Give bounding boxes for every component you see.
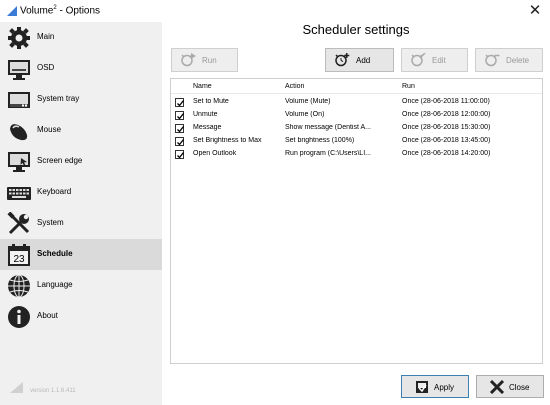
page-title: Scheduler settings xyxy=(302,22,410,37)
row-name: Set to Mute xyxy=(193,98,229,105)
sidebar-item-label: Mouse xyxy=(37,125,62,134)
row-action: Volume (On) xyxy=(285,111,325,118)
sidebar-item-label: System xyxy=(37,218,64,227)
window-close-button[interactable]: ✕ xyxy=(524,2,546,20)
sidebar: Main OSD System tray Mouse Screen edge K… xyxy=(0,22,162,405)
row-checkbox[interactable] xyxy=(175,124,185,133)
sidebar-item-label: Keyboard xyxy=(37,187,72,196)
calendar-day: 23 xyxy=(13,254,25,265)
sidebar-item-label: Language xyxy=(37,280,73,289)
apply-button[interactable]: Apply xyxy=(401,375,469,398)
alarm-clock-delete-icon xyxy=(485,54,500,67)
schedule-table: Name Action Run Set to Mute Volume (Mute… xyxy=(170,78,543,364)
table-row[interactable]: Message Show message (Dentist A... Once … xyxy=(171,123,542,136)
mouse-icon xyxy=(10,124,28,141)
alarm-clock-play-icon xyxy=(181,53,196,67)
row-checkbox[interactable] xyxy=(175,137,185,146)
table-row[interactable]: Set to Mute Volume (Mute) Once (28-06-20… xyxy=(171,97,542,110)
run-label: Run xyxy=(202,56,217,65)
apply-icon xyxy=(416,381,428,393)
row-checkbox[interactable] xyxy=(175,98,185,107)
sidebar-item-osd[interactable]: OSD xyxy=(0,53,162,84)
sidebar-item-screen-edge[interactable]: Screen edge xyxy=(0,146,162,177)
row-action: Show message (Dentist A... xyxy=(285,124,371,131)
row-name: Open Outlook xyxy=(193,150,237,157)
sidebar-item-system[interactable]: System xyxy=(0,208,162,239)
screen-edge-icon xyxy=(8,152,30,172)
delete-button[interactable]: Delete xyxy=(475,48,543,72)
sidebar-item-label: Screen edge xyxy=(37,156,83,165)
tray-icon xyxy=(8,92,30,108)
column-header-name[interactable]: Name xyxy=(193,83,212,90)
sidebar-item-about[interactable]: About xyxy=(0,301,162,332)
delete-label: Delete xyxy=(506,56,530,65)
row-name: Message xyxy=(193,124,222,131)
header-divider xyxy=(171,93,542,94)
sidebar-item-label: Main xyxy=(37,32,55,41)
row-name: Unmute xyxy=(193,111,218,118)
row-run: Once (28-06-2018 14:20:00) xyxy=(402,150,491,157)
check-icon xyxy=(177,126,185,133)
row-run: Once (28-06-2018 13:45:00) xyxy=(402,137,491,144)
sidebar-item-label: Schedule xyxy=(37,249,73,258)
check-icon xyxy=(177,100,185,107)
check-icon xyxy=(177,113,185,120)
alarm-clock-add-icon xyxy=(335,53,350,67)
row-name: Set Brightness to Max xyxy=(193,137,262,144)
sidebar-item-label: About xyxy=(37,311,58,320)
edit-button[interactable]: Edit xyxy=(401,48,468,72)
close-button[interactable]: Close xyxy=(476,375,544,398)
run-button[interactable]: Run xyxy=(171,48,238,72)
version-label: version 1.1.6.411 xyxy=(30,388,76,394)
edit-label: Edit xyxy=(432,56,446,65)
sidebar-item-system-tray[interactable]: System tray xyxy=(0,84,162,115)
monitor-icon xyxy=(8,60,30,80)
row-run: Once (28-06-2018 11:00:00) xyxy=(402,98,490,105)
volume-logo-icon xyxy=(10,382,23,393)
table-row[interactable]: Set Brightness to Max Set brightness (10… xyxy=(171,136,542,149)
row-checkbox[interactable] xyxy=(175,111,185,120)
tools-icon xyxy=(7,212,30,235)
window-title: Volume2 - Options xyxy=(20,5,101,17)
column-header-action[interactable]: Action xyxy=(285,83,304,90)
sidebar-item-language[interactable]: Language xyxy=(0,270,162,301)
sidebar-item-label: System tray xyxy=(37,94,80,103)
row-run: Once (28-06-2018 15:30:00) xyxy=(402,124,491,131)
add-label: Add xyxy=(356,56,371,65)
row-action: Volume (Mute) xyxy=(285,98,331,105)
check-icon xyxy=(177,139,185,146)
sidebar-item-keyboard[interactable]: Keyboard xyxy=(0,177,162,208)
close-icon xyxy=(489,380,505,394)
keyboard-icon xyxy=(7,187,31,200)
apply-label: Apply xyxy=(434,383,455,392)
globe-icon xyxy=(8,274,30,298)
app-icon xyxy=(7,6,17,16)
sidebar-item-label: OSD xyxy=(37,63,55,72)
check-icon xyxy=(177,152,185,159)
column-header-run[interactable]: Run xyxy=(402,83,415,90)
add-button[interactable]: Add xyxy=(325,48,394,72)
table-row[interactable]: Unmute Volume (On) Once (28-06-2018 12:0… xyxy=(171,110,542,123)
sidebar-item-schedule[interactable]: 23 Schedule xyxy=(0,239,162,270)
sidebar-item-main[interactable]: Main xyxy=(0,22,162,53)
info-icon xyxy=(8,306,30,328)
table-row[interactable]: Open Outlook Run program (C:\Users\LI...… xyxy=(171,149,542,162)
gear-icon xyxy=(8,27,30,49)
row-run: Once (28-06-2018 12:00:00) xyxy=(402,111,491,118)
row-checkbox[interactable] xyxy=(175,150,185,159)
row-action: Set brightness (100%) xyxy=(285,137,355,144)
row-action: Run program (C:\Users\LI... xyxy=(285,150,371,157)
alarm-clock-edit-icon xyxy=(411,53,426,67)
sidebar-item-mouse[interactable]: Mouse xyxy=(0,115,162,146)
calendar-icon: 23 xyxy=(8,244,30,266)
title-bar: Volume2 - Options ✕ xyxy=(0,0,550,22)
close-label: Close xyxy=(509,383,530,392)
